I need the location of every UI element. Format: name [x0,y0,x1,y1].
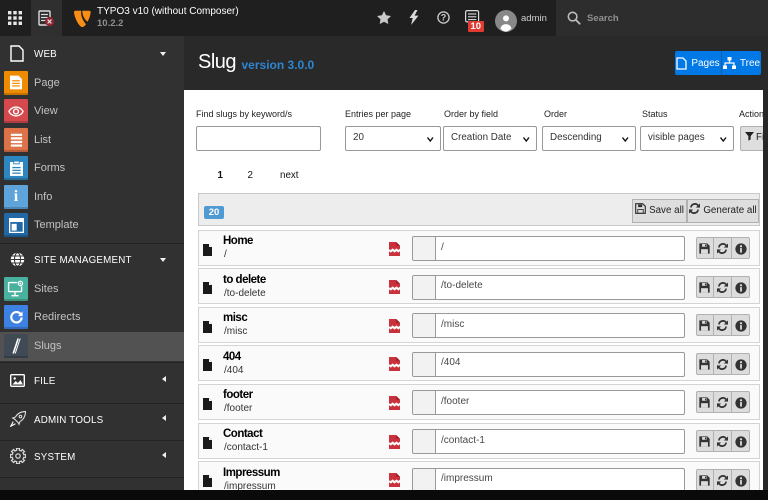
svg-text:?: ? [441,13,447,23]
